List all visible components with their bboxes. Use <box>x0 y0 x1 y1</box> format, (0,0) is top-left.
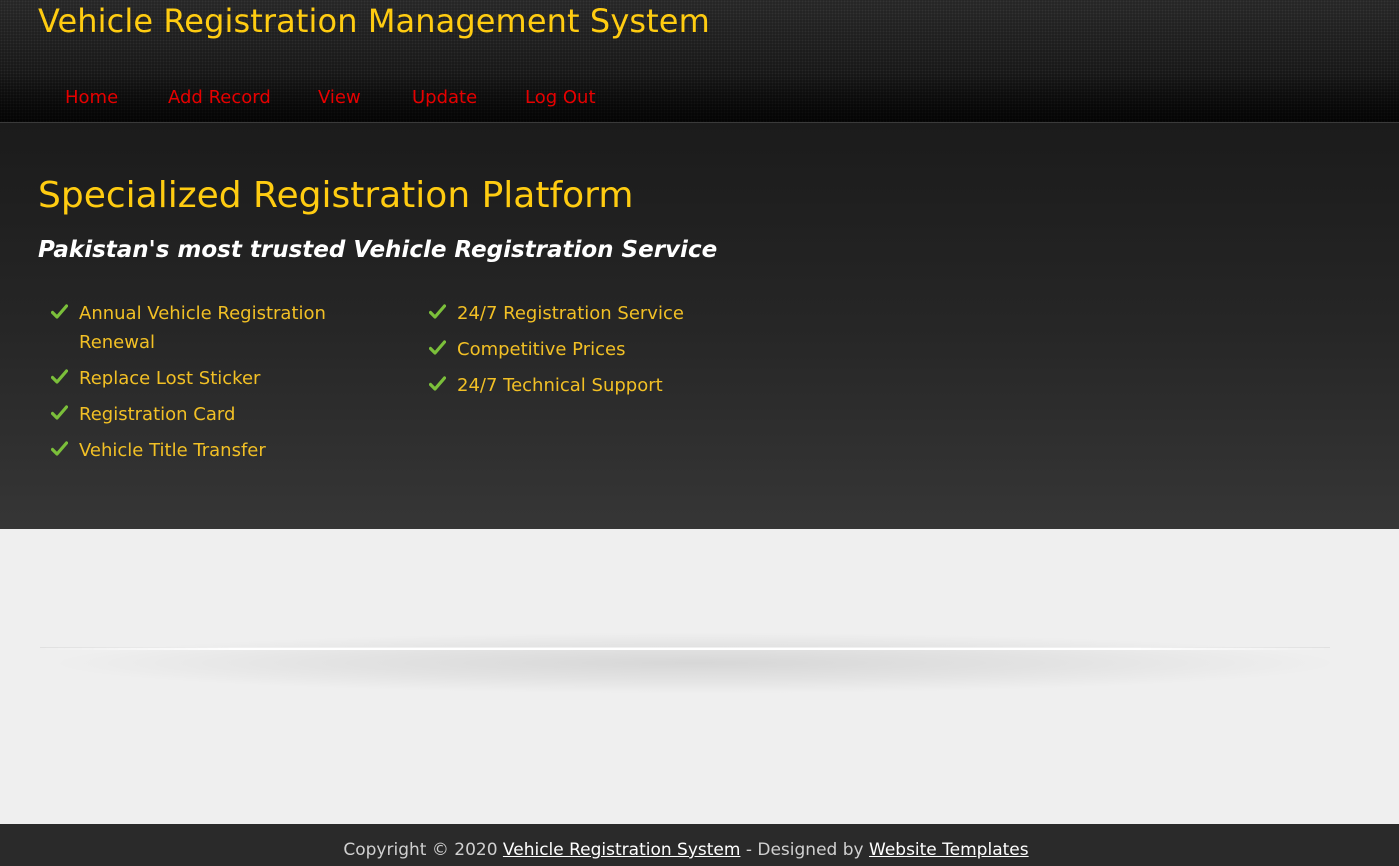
feature-item: Registration Card <box>51 400 351 429</box>
feature-label: 24/7 Registration Service <box>457 303 684 324</box>
feature-list-left: Annual Vehicle Registration Renewal Repl… <box>51 299 351 472</box>
hero-subtitle: Pakistan's most trusted Vehicle Registra… <box>38 237 718 263</box>
footer-text: Copyright © 2020 Vehicle Registration Sy… <box>0 840 1372 860</box>
nav-item-view: View <box>318 87 361 108</box>
feature-label: Vehicle Title Transfer <box>79 440 266 461</box>
feature-label: 24/7 Technical Support <box>457 375 663 396</box>
feature-label: Replace Lost Sticker <box>79 368 261 389</box>
feature-label: Registration Card <box>79 404 236 425</box>
check-icon <box>51 405 68 420</box>
divider-line <box>40 647 1330 650</box>
check-icon <box>51 369 68 384</box>
feature-list-right: 24/7 Registration Service Competitive Pr… <box>429 299 729 407</box>
check-icon <box>429 376 446 391</box>
site-footer: Copyright © 2020 Vehicle Registration Sy… <box>0 824 1399 866</box>
feature-item: Competitive Prices <box>429 335 729 364</box>
feature-item: Vehicle Title Transfer <box>51 436 351 465</box>
nav-link-add-record[interactable]: Add Record <box>168 87 271 108</box>
check-icon <box>51 441 68 456</box>
designed-by-text: - Designed by <box>745 840 864 860</box>
footer-site-link[interactable]: Vehicle Registration System <box>503 840 741 860</box>
divider-shadow <box>60 633 1330 693</box>
nav-item-add-record: Add Record <box>168 87 271 108</box>
site-header: Vehicle Registration Management System H… <box>0 0 1399 123</box>
nav-link-view[interactable]: View <box>318 87 361 108</box>
feature-item: 24/7 Registration Service <box>429 299 729 328</box>
nav-item-home: Home <box>65 87 118 108</box>
check-icon <box>429 304 446 319</box>
hero-section: Specialized Registration Platform Pakist… <box>0 123 1399 529</box>
site-title: Vehicle Registration Management System <box>38 2 710 40</box>
footer-designer-link[interactable]: Website Templates <box>869 840 1029 860</box>
hero-title: Specialized Registration Platform <box>38 175 634 216</box>
check-icon <box>51 304 68 319</box>
copyright-text: Copyright © 2020 <box>343 840 498 860</box>
nav-item-log-out: Log Out <box>525 87 596 108</box>
nav-link-home[interactable]: Home <box>65 87 118 108</box>
feature-item: Annual Vehicle Registration Renewal <box>51 299 351 357</box>
nav-link-update[interactable]: Update <box>412 87 477 108</box>
nav-link-log-out[interactable]: Log Out <box>525 87 596 108</box>
feature-label: Competitive Prices <box>457 339 626 360</box>
nav-item-update: Update <box>412 87 477 108</box>
main-nav: Home Add Record View Update Log Out <box>0 74 1399 122</box>
content-area <box>0 529 1399 824</box>
feature-item: Replace Lost Sticker <box>51 364 351 393</box>
feature-item: 24/7 Technical Support <box>429 371 729 400</box>
check-icon <box>429 340 446 355</box>
feature-label: Annual Vehicle Registration Renewal <box>79 303 326 353</box>
